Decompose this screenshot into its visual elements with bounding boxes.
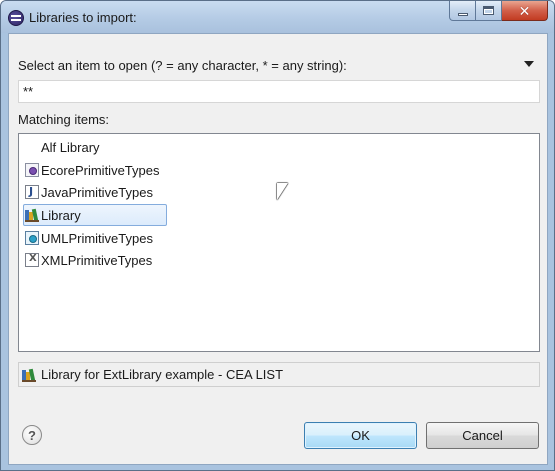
java-file-icon — [25, 185, 39, 199]
list-item-java-primitive-types[interactable]: JavaPrimitiveTypes — [23, 181, 167, 203]
list-item-xml-primitive-types[interactable]: XMLPrimitiveTypes — [23, 249, 167, 271]
window-title: Libraries to import: — [29, 10, 137, 25]
selection-details-bar: Library for ExtLibrary example - CEA LIS… — [18, 362, 540, 387]
minimize-button[interactable] — [449, 1, 476, 21]
title-bar[interactable]: Libraries to import: ✕ — [1, 1, 554, 33]
ok-button[interactable]: OK — [304, 422, 417, 449]
list-item-label: Library — [41, 207, 81, 223]
filter-prompt-label: Select an item to open (? = any characte… — [18, 58, 347, 73]
list-item-library[interactable]: Library — [23, 204, 167, 226]
help-button[interactable]: ? — [22, 425, 42, 445]
close-button[interactable]: ✕ — [502, 1, 548, 21]
dialog-content: Select an item to open (? = any characte… — [8, 33, 548, 465]
list-item-label: EcorePrimitiveTypes — [41, 162, 160, 178]
xml-file-icon — [25, 253, 39, 267]
selection-details-text: Library for ExtLibrary example - CEA LIS… — [41, 367, 284, 382]
list-item-label: XMLPrimitiveTypes — [41, 252, 153, 268]
list-item-label: JavaPrimitiveTypes — [41, 184, 153, 200]
matching-items-list[interactable]: Alf Library EcorePrimitiveTypes JavaPrim… — [18, 133, 540, 352]
cancel-button[interactable]: Cancel — [426, 422, 539, 449]
close-icon: ✕ — [518, 2, 531, 19]
dialog-window: Libraries to import: ✕ Select an item to… — [0, 0, 555, 471]
library-books-icon — [25, 208, 39, 222]
maximize-icon — [483, 6, 494, 15]
help-icon: ? — [28, 427, 36, 443]
ecore-package-icon — [25, 163, 39, 177]
uml-package-icon — [25, 231, 39, 245]
list-item-ecore-primitive-types[interactable]: EcorePrimitiveTypes — [23, 159, 167, 181]
maximize-button[interactable] — [476, 1, 502, 21]
view-menu-dropdown-icon[interactable] — [524, 61, 534, 67]
list-item-label: UMLPrimitiveTypes — [41, 230, 153, 246]
matching-items-label: Matching items: — [18, 112, 110, 127]
list-item-label: Alf Library — [41, 139, 100, 155]
blank-icon — [25, 140, 39, 154]
library-books-icon — [22, 368, 36, 382]
list-item-alf-library[interactable]: Alf Library — [23, 136, 167, 158]
window-controls: ✕ — [449, 1, 548, 21]
minimize-icon — [457, 12, 468, 16]
mouse-pointer-icon — [277, 183, 288, 200]
eclipse-app-icon — [8, 10, 24, 26]
list-item-uml-primitive-types[interactable]: UMLPrimitiveTypes — [23, 227, 167, 249]
filter-input[interactable] — [18, 80, 540, 103]
